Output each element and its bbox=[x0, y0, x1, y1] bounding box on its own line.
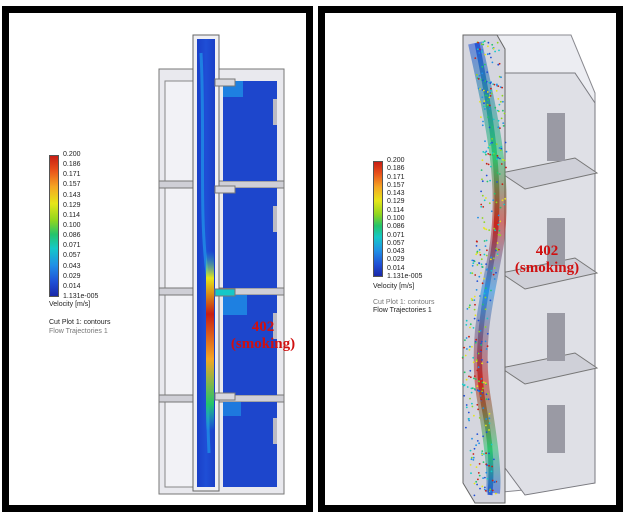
left-wing-room bbox=[164, 294, 194, 396]
legend-tick: 0.043 bbox=[63, 262, 81, 270]
legend-tick: 1.131e-005 bbox=[63, 293, 99, 300]
room-state-3d: (smoking) bbox=[514, 260, 580, 276]
legend-unit: Velocity [m/s] bbox=[49, 301, 91, 308]
legend-3d-tick: 0.057 bbox=[387, 239, 405, 247]
legend-3d-tick: 0.186 bbox=[387, 165, 405, 173]
left-wing-room bbox=[164, 187, 194, 289]
legend-tick: 0.014 bbox=[63, 282, 81, 290]
legend-3d-tick: 0.071 bbox=[387, 231, 405, 239]
legend-3d-tick: 0.200 bbox=[387, 157, 405, 164]
legend-3d-tick: 0.014 bbox=[387, 264, 405, 272]
room-number-3d: 402 bbox=[535, 243, 559, 259]
legend-tick: 0.157 bbox=[63, 181, 81, 189]
legend-tick: 0.129 bbox=[63, 201, 81, 209]
legend-tick: 0.186 bbox=[63, 161, 81, 169]
room-field bbox=[223, 188, 277, 288]
left-wing-room bbox=[164, 401, 194, 488]
left-panel-frame: 0.200 0.186 0.171 0.157 0.143 0.129 0.114 0.100… bbox=[2, 6, 313, 512]
legend-3d-tick: 1.131e-005 bbox=[387, 273, 423, 280]
legend-3d-tick: 0.114 bbox=[387, 206, 404, 214]
legend-tick: 0.057 bbox=[63, 252, 81, 260]
plume bbox=[206, 251, 214, 431]
legend-3d-tick: 0.129 bbox=[387, 198, 405, 206]
legend-tick: 0.200 bbox=[63, 151, 81, 158]
caption-cut-plot-3d: Cut Plot 1: contours bbox=[373, 299, 435, 306]
legend-tick: 0.086 bbox=[63, 232, 81, 240]
legend-3d-tick: 0.143 bbox=[387, 190, 405, 198]
legend-3d-tick: 0.029 bbox=[387, 256, 405, 264]
legend-3d-tick: 0.157 bbox=[387, 181, 405, 189]
color-bar bbox=[49, 155, 59, 297]
legend-3d-tick: 0.100 bbox=[387, 215, 405, 222]
legend-tick: 0.029 bbox=[63, 272, 81, 280]
legend-unit-3d: Velocity [m/s] bbox=[373, 283, 415, 290]
room-state: (smoking) bbox=[230, 336, 296, 352]
legend-3d-tick: 0.043 bbox=[387, 248, 405, 256]
caption-flow-trajectories-3d: Flow Trajectories 1 bbox=[373, 307, 432, 314]
caption-cut-plot: Cut Plot 1: contours bbox=[49, 319, 111, 326]
legend-3d-tick: 0.086 bbox=[387, 223, 405, 231]
right-panel-frame: 0.200 0.186 0.171 0.157 0.143 0.129 0.114 0.100… bbox=[318, 6, 623, 512]
trajectory-view: 0.200 0.186 0.171 0.157 0.143 0.129 0.114 0.100… bbox=[325, 13, 616, 505]
legend-tick: 0.143 bbox=[63, 191, 81, 199]
room-number: 402 bbox=[251, 319, 275, 335]
legend-tick: 0.071 bbox=[63, 242, 81, 250]
cut-plot-view: 0.200 0.186 0.171 0.157 0.143 0.129 0.114 0.100… bbox=[9, 13, 306, 505]
left-wing-room bbox=[164, 80, 194, 182]
room-annotation: 402 (smoking) bbox=[221, 319, 305, 353]
legend-3d-tick: 0.171 bbox=[387, 173, 405, 181]
legend-tick: 0.100 bbox=[63, 222, 81, 229]
room-annotation-3d: 402 (smoking) bbox=[505, 243, 589, 277]
color-bar-3d bbox=[373, 161, 383, 277]
legend-tick: 0.114 bbox=[63, 211, 80, 219]
caption-flow-trajectories: Flow Trajectories 1 bbox=[49, 328, 108, 335]
legend-tick: 0.171 bbox=[63, 171, 81, 179]
